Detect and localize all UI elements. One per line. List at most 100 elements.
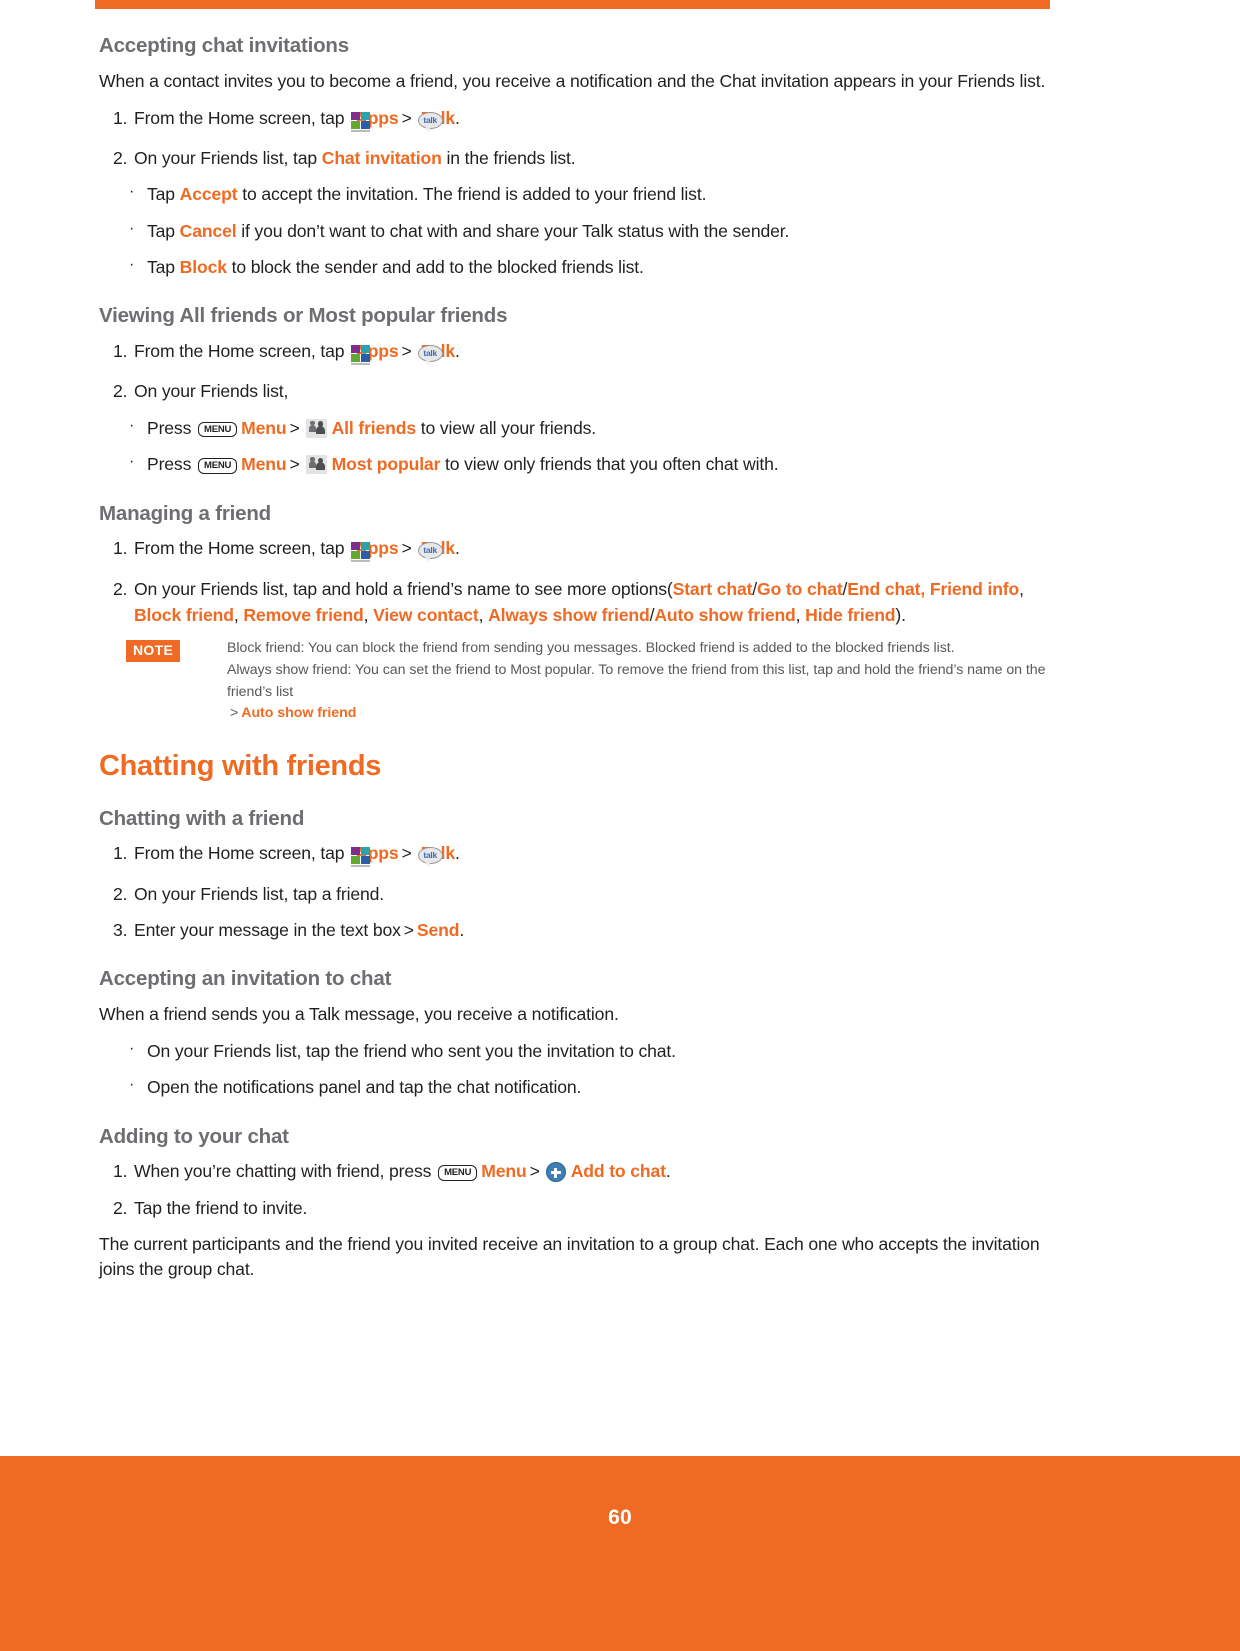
list-item: · Open the notifications panel and tap th… [99,1074,1059,1100]
period: . [454,538,460,559]
step-item: 2. On your Friends list, tap and hold a f… [99,576,1059,629]
step-text: From the Home screen, tap [134,538,345,559]
step-text: On your Friends list, [134,381,289,402]
page-content: Accepting chat invitations When a contac… [99,34,1059,1293]
talk-icon-label: talk [423,348,437,359]
list-item: · On your Friends list, tap the friend wh… [99,1038,1059,1064]
bullet-text-post: to accept the invitation. The friend is … [242,184,707,205]
bullet-text-pre: Tap [147,184,175,205]
add-to-chat-link[interactable]: Add to chat [571,1161,666,1181]
bullet-dot: · [129,1076,135,1094]
bullet-text-pre: Press [147,417,192,438]
block-friend-link[interactable]: Block friend [134,605,234,625]
view-contact-link[interactable]: View contact [373,605,479,625]
list-item: · Tap Accept to accept the invitation. Th… [99,181,1059,207]
start-chat-link[interactable]: Start chat [673,579,753,599]
heading-adding-to-your-chat: Adding to your chat [99,1124,289,1148]
comma: , [795,604,801,625]
chevron-separator: > [401,341,412,362]
page-number: 60 [608,1506,632,1529]
auto-show-friend-link[interactable]: Auto show friend [654,605,795,625]
heading-accepting-invitation-to-chat: Accepting an invitation to chat [99,967,392,991]
send-link[interactable]: Send [417,920,460,940]
step-number: 2. [113,578,128,599]
step-item: 1. When you’re chatting with friend, pres… [99,1158,1059,1184]
block-link[interactable]: Block [180,257,227,277]
chevron-separator: > [401,538,412,559]
bullet-text-post: to view all your friends. [420,417,596,438]
cancel-link[interactable]: Cancel [180,221,237,241]
talk-icon-label: talk [423,114,437,125]
bullet-text-post: if you don’t want to chat with and share… [241,220,790,241]
add-to-chat-icon[interactable] [545,1162,566,1183]
comma: , [478,604,484,625]
menu-key-icon[interactable]: MENU [197,458,238,474]
go-to-chat-link[interactable]: Go to chat [757,579,843,599]
always-show-friend-link[interactable]: Always show friend [488,605,650,625]
step-number: 1. [113,1161,128,1182]
step-number: 3. [113,919,128,940]
bullet-text: Open the notifications panel and tap the… [147,1077,582,1098]
menu-label[interactable]: Menu [241,454,286,474]
bullet-dot: · [129,183,135,201]
note-badge: NOTE [126,640,181,662]
all-friends-link[interactable]: All friends [332,418,417,438]
step-text: Enter your message in the text box [134,919,401,940]
step-item: 2. On your Friends list, tap a friend. [99,881,1059,907]
step-text-tail: in the friends list. [446,147,576,168]
period: . [665,1161,671,1182]
step-number: 2. [113,147,128,168]
step-number: 1. [113,107,128,128]
note-line-2: Always show friend: You can set the frie… [227,661,1046,700]
bullet-text-post: to view only friends that you often chat… [445,454,779,475]
heading-viewing-friends: Viewing All friends or Most popular frie… [99,304,508,328]
chevron-separator: > [401,107,412,128]
menu-key-icon[interactable]: MENU [197,421,238,438]
list-item: · Press MENU Menu > All friends to view all … [99,415,1059,441]
step-text: On your Friends list, tap and hold a fri… [134,578,673,599]
most-popular-link[interactable]: Most popular [332,454,441,474]
menu-label[interactable]: Menu [241,418,286,438]
period: . [454,843,460,864]
friends-people-icon[interactable] [305,455,327,475]
hide-friend-link[interactable]: Hide friend [805,605,895,625]
remove-friend-link[interactable]: Remove friend [243,605,363,625]
step-item: 1.From the Home screen, tap Apps>talkTal… [99,338,1059,368]
friends-people-icon[interactable] [305,418,327,438]
list-item: · Press MENU Menu > Most popular to view onl… [99,451,1059,477]
step-item: 2. Tap the friend to invite. [99,1195,1059,1221]
paragraph-accepting-invitation-intro: When a friend sends you a Talk message, … [99,1003,619,1024]
chevron-separator: > [403,919,414,940]
step-item: 2. On your Friends list, [99,378,1059,404]
menu-key-icon[interactable]: MENU [438,1165,478,1181]
period: . [454,107,460,128]
accept-link[interactable]: Accept [180,184,238,204]
step-text: On your Friends list, tap [134,147,318,168]
talk-icon-label: talk [423,850,437,861]
step-number: 1. [113,843,128,864]
step-text: Tap the friend to invite. [134,1197,308,1218]
bullet-dot: · [129,219,135,237]
note-line-1: Block friend: You can block the friend f… [227,640,955,657]
chevron-separator: > [230,705,239,722]
period: . [459,919,465,940]
step-text: When you’re chatting with friend, press [134,1161,432,1182]
bullet-dot: · [129,416,135,434]
list-item: · Tap Cancel if you don’t want to chat wi… [99,218,1059,244]
menu-label[interactable]: Menu [481,1161,526,1181]
bottom-orange-band [0,1456,1240,1651]
bullet-text-pre: Tap [147,220,175,241]
talk-icon-label: talk [423,545,437,556]
bullet-dot: · [129,453,135,471]
chevron-separator: > [401,843,412,864]
auto-show-friend-link[interactable]: Auto show friend [241,705,356,721]
note-line-3: > Auto show friend [227,703,1059,725]
step-item: 1.From the Home screen, tap Apps>talkTal… [99,105,1059,135]
chat-invitation-link[interactable]: Chat invitation [322,148,442,168]
note-text: Block friend: You can block the friend f… [227,638,1059,724]
bullet-text-pre: Press [147,454,192,475]
chevron-separator: > [529,1161,540,1182]
paragraph-group-chat-closing: The current participants and the friend … [99,1233,1040,1279]
step-text: From the Home screen, tap [134,341,345,362]
end-chat-friend-info-link[interactable]: End chat, Friend info [847,579,1019,599]
